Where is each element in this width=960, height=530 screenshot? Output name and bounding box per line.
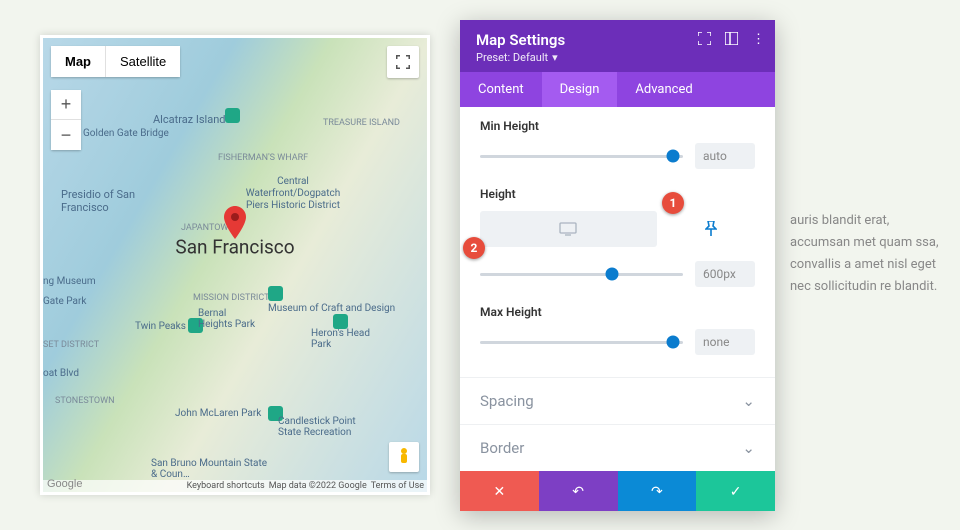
- map-canvas[interactable]: Alcatraz Island Golden Gate Bridge TREAS…: [43, 38, 427, 492]
- redo-button[interactable]: ↷: [618, 471, 697, 511]
- poi-label: Central Waterfront/Dogpatch Piers Histor…: [238, 176, 348, 212]
- poi-icon: [225, 108, 240, 123]
- height-input[interactable]: 600px: [695, 261, 755, 287]
- max-height-input[interactable]: none: [695, 329, 755, 355]
- chevron-down-icon: ⌄: [742, 439, 755, 457]
- height-slider[interactable]: [480, 273, 683, 276]
- map-frame: Alcatraz Island Golden Gate Bridge TREAS…: [40, 35, 430, 495]
- more-icon[interactable]: ⋮: [752, 32, 765, 49]
- map-credits: Google Keyboard shortcuts Map data ©2022…: [43, 480, 427, 492]
- cancel-button[interactable]: ✕: [460, 471, 539, 511]
- pin-button[interactable]: [667, 211, 755, 247]
- chevron-down-icon: ▾: [552, 51, 558, 64]
- poi-label: STONESTOWN: [55, 396, 115, 406]
- map-pin-icon: [223, 206, 247, 244]
- tab-advanced[interactable]: Advanced: [617, 72, 710, 107]
- undo-button[interactable]: ↶: [539, 471, 618, 511]
- redo-icon: ↷: [651, 483, 663, 500]
- poi-label: ng Museum: [43, 276, 96, 287]
- pegman-button[interactable]: [389, 442, 419, 472]
- annotation-marker-2: 2: [463, 237, 485, 259]
- panel-header: Map Settings Preset: Default ▾ ⋮: [460, 20, 775, 72]
- accordion-border[interactable]: Border ⌄: [460, 424, 775, 471]
- save-button[interactable]: ✓: [696, 471, 775, 511]
- credits-shortcuts-link[interactable]: Keyboard shortcuts: [187, 481, 265, 491]
- poi-icon: [333, 314, 348, 329]
- map-type-map-button[interactable]: Map: [51, 46, 106, 77]
- desktop-icon: [559, 222, 577, 236]
- poi-label: Gate Park: [43, 296, 86, 307]
- panel-tabs: Content Design Advanced: [460, 72, 775, 107]
- zoom-in-button[interactable]: +: [51, 90, 81, 120]
- chevron-down-icon: ⌄: [742, 392, 755, 410]
- map-type-toggle: Map Satellite: [51, 46, 180, 77]
- max-height-slider[interactable]: [480, 341, 683, 344]
- fullscreen-icon: [396, 55, 410, 69]
- poi-label: oat Blvd: [43, 368, 79, 379]
- desktop-device-button[interactable]: [480, 211, 657, 247]
- map-type-satellite-button[interactable]: Satellite: [106, 46, 180, 77]
- tab-content[interactable]: Content: [460, 72, 542, 107]
- min-height-slider[interactable]: [480, 155, 683, 158]
- poi-label: John McLaren Park: [175, 408, 261, 419]
- undo-icon: ↶: [572, 483, 584, 500]
- pushpin-icon: [705, 221, 717, 237]
- min-height-input[interactable]: auto: [695, 143, 755, 169]
- poi-label: Alcatraz Island: [153, 113, 225, 126]
- height-label: Height: [480, 187, 755, 201]
- poi-label: Presidio of San Francisco: [61, 188, 151, 214]
- fullscreen-button[interactable]: [387, 46, 419, 78]
- poi-label: FISHERMAN'S WHARF: [218, 153, 308, 163]
- poi-label: Golden Gate Bridge: [83, 128, 169, 139]
- credits-terms-link[interactable]: Terms of Use: [371, 481, 424, 491]
- check-icon: ✓: [730, 483, 742, 500]
- background-text: auris blandit erat, accumsan met quam ss…: [790, 210, 940, 298]
- layout-icon[interactable]: [725, 32, 738, 49]
- poi-label: MISSION DISTRICT: [193, 293, 269, 303]
- zoom-out-button[interactable]: −: [51, 120, 81, 150]
- tab-design[interactable]: Design: [542, 72, 618, 107]
- poi-label: Museum of Craft and Design: [268, 303, 395, 314]
- poi-label: Twin Peaks: [135, 321, 186, 332]
- poi-label: Bernal Heights Park: [198, 308, 258, 330]
- max-height-label: Max Height: [480, 305, 755, 319]
- poi-label: Heron's Head Park: [311, 328, 371, 350]
- annotation-marker-1: 1: [662, 192, 684, 214]
- accordion-spacing[interactable]: Spacing ⌄: [460, 377, 775, 424]
- expand-icon[interactable]: [698, 32, 711, 49]
- poi-label: SET DISTRICT: [43, 340, 99, 350]
- panel-preset-dropdown[interactable]: Preset: Default ▾: [476, 51, 759, 64]
- min-height-label: Min Height: [480, 119, 755, 133]
- pegman-icon: [396, 447, 412, 467]
- settings-panel: Map Settings Preset: Default ▾ ⋮ Content…: [460, 20, 775, 511]
- poi-label: San Bruno Mountain State & Coun…: [151, 458, 271, 480]
- poi-label: TREASURE ISLAND: [323, 118, 400, 128]
- credits-data: Map data ©2022 Google: [269, 481, 367, 491]
- google-logo: Google: [47, 478, 82, 490]
- poi-label: Candlestick Point State Recreation: [278, 416, 356, 438]
- panel-footer: ✕ ↶ ↷ ✓: [460, 471, 775, 511]
- zoom-controls: + −: [51, 90, 81, 150]
- close-icon: ✕: [494, 483, 506, 500]
- poi-icon: [268, 286, 283, 301]
